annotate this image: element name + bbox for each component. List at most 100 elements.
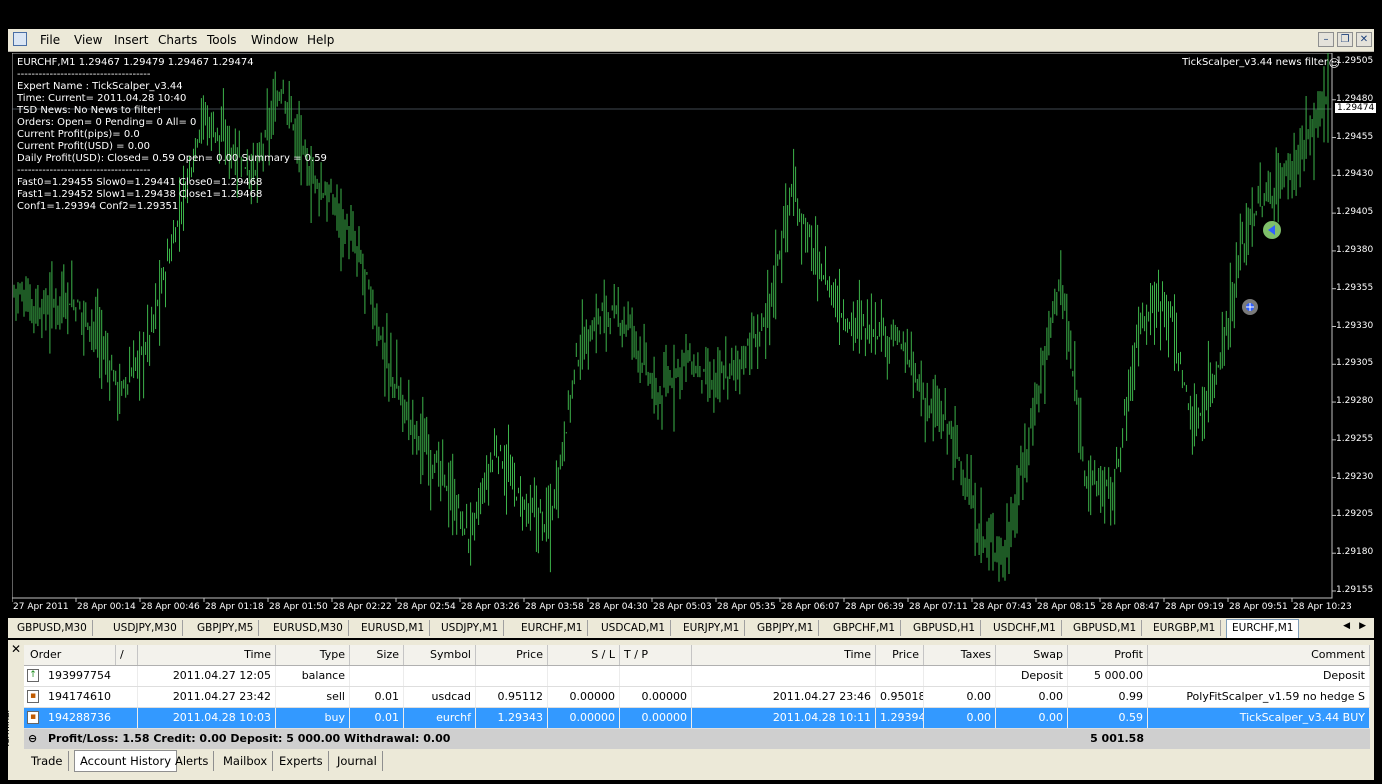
chart-tab[interactable]: EURUSD,M1: [356, 620, 431, 636]
expert-info-line: Orders: Open= 0 Pending= 0 All= 0: [17, 117, 197, 128]
restore-button[interactable]: ❐: [1337, 32, 1353, 47]
chart-tab[interactable]: USDJPY,M30: [108, 620, 183, 636]
table-row[interactable]: ↑ 193997754 2011.04.27 12:05 balance Deposit…: [24, 666, 1370, 687]
chart-tab[interactable]: GBPJPY,M5: [192, 620, 260, 636]
table-cell-close-time: [692, 666, 876, 686]
chart-tab[interactable]: EURGBP,M1: [1148, 620, 1222, 636]
terminal-tab-account-history[interactable]: Account History: [74, 750, 178, 772]
time-axis-label: 28 Apr 06:07: [781, 602, 840, 612]
column-header[interactable]: Time: [138, 645, 276, 665]
column-header[interactable]: Taxes: [924, 645, 996, 665]
column-header[interactable]: Order: [24, 645, 116, 665]
time-axis-label: 28 Apr 01:50: [269, 602, 328, 612]
price-axis-label: 1.29255: [1336, 433, 1374, 444]
expert-info-line: Current Profit(USD) = 0.00: [17, 141, 150, 152]
chart-tab[interactable]: GBPUSD,H1: [908, 620, 982, 636]
terminal-panel: ✕ Terminal Order / Time Type Size Symbol Price…: [2, 640, 1374, 780]
table-cell-size: 0.01: [350, 687, 404, 707]
table-cell-time: 2011.04.28 10:03: [138, 708, 276, 728]
price-axis-label: 1.29430: [1336, 169, 1374, 180]
table-cell-size: 0.01: [350, 708, 404, 728]
price-axis-label: 1.29230: [1336, 471, 1374, 482]
table-cell-close-price: 0.95018: [876, 687, 924, 707]
expert-info-line: Time: Current= 2011.04.28 10:40: [17, 93, 187, 104]
menu-file[interactable]: File: [36, 29, 64, 51]
time-axis-label: 28 Apr 09:19: [1165, 602, 1224, 612]
chart-tab[interactable]: EURCHF,M1: [516, 620, 589, 636]
terminal-tab-experts[interactable]: Experts: [274, 751, 329, 771]
terminal-tab-journal[interactable]: Journal: [332, 751, 383, 771]
price-axis-label: 1.29180: [1336, 547, 1374, 558]
menu-bar: File View Insert Charts Tools Window Hel…: [8, 29, 1374, 52]
column-header[interactable]: Size: [350, 645, 404, 665]
chart-tab[interactable]: EURCHF,M1: [1226, 619, 1300, 638]
menu-view[interactable]: View: [70, 29, 106, 51]
chart-canvas: [12, 53, 1336, 602]
table-cell-tp: 0.00000: [620, 687, 692, 707]
chart-tab[interactable]: GBPUSD,M1: [1068, 620, 1143, 636]
menu-insert[interactable]: Insert: [110, 29, 152, 51]
minimize-button[interactable]: –: [1318, 32, 1334, 47]
chart-tab[interactable]: GBPJPY,M1: [752, 620, 820, 636]
table-cell-price: 0.95112: [476, 687, 548, 707]
menu-charts[interactable]: Charts: [154, 29, 201, 51]
expert-info-line: -------------------------------------: [17, 165, 151, 176]
menu-window[interactable]: Window: [247, 29, 302, 51]
column-header[interactable]: Comment: [1148, 645, 1370, 665]
chart-tab[interactable]: GBPUSD,M30: [12, 620, 93, 636]
price-axis-label: 1.29205: [1336, 509, 1374, 520]
column-header[interactable]: Type: [276, 645, 350, 665]
chart-tab[interactable]: USDCHF,M1: [988, 620, 1062, 636]
table-cell-order: 194174610: [44, 687, 138, 707]
table-row[interactable]: ▪ 194174610 2011.04.27 23:42 sell 0.01 usdcad…: [24, 687, 1370, 708]
column-header[interactable]: Price: [876, 645, 924, 665]
time-axis-label: 28 Apr 05:03: [653, 602, 712, 612]
chart-tab[interactable]: USDJPY,M1: [436, 620, 505, 636]
price-chart[interactable]: EURCHF,M1 1.29467 1.29479 1.29467 1.2947…: [12, 53, 1378, 616]
terminal-tab-alerts[interactable]: Alerts: [170, 751, 215, 771]
chart-frame: [12, 53, 1333, 599]
price-axis-label: 1.29505: [1336, 56, 1374, 66]
summary-text: Profit/Loss: 1.58 Credit: 0.00 Deposit: …: [48, 732, 451, 745]
terminal-tab-trade[interactable]: Trade: [26, 751, 69, 771]
column-header[interactable]: Price: [476, 645, 548, 665]
tab-scroll-right-icon[interactable]: ▶: [1359, 621, 1366, 631]
time-axis-label: 28 Apr 09:51: [1229, 602, 1288, 612]
tab-scroll-left-icon[interactable]: ◀: [1343, 621, 1350, 631]
table-cell-type: sell: [276, 687, 350, 707]
table-cell-profit: 0.99: [1068, 687, 1148, 707]
column-header[interactable]: Time: [692, 645, 876, 665]
column-header[interactable]: T / P: [620, 645, 692, 665]
time-axis-label: 28 Apr 10:23: [1293, 602, 1352, 612]
terminal-tab-mailbox[interactable]: Mailbox: [218, 751, 274, 771]
menu-help[interactable]: Help: [303, 29, 338, 51]
expert-info-line: TSD News: No News to filter!: [17, 105, 162, 116]
expert-info-line: -------------------------------------: [17, 69, 151, 80]
chart-tab[interactable]: EURJPY,M1: [678, 620, 746, 636]
column-header[interactable]: Profit: [1068, 645, 1148, 665]
time-axis-label: 28 Apr 02:54: [397, 602, 456, 612]
column-header[interactable]: S / L: [548, 645, 620, 665]
chart-tab[interactable]: USDCAD,M1: [596, 620, 672, 636]
close-button[interactable]: ✕: [1356, 32, 1372, 47]
column-header[interactable]: Symbol: [404, 645, 476, 665]
table-row[interactable]: ▪ 194288736 2011.04.28 10:03 buy 0.01 eurchf 1…: [24, 708, 1370, 729]
time-axis-label: 28 Apr 00:14: [77, 602, 136, 612]
table-cell-swap: 0.00: [996, 687, 1068, 707]
trade-arrow-close-icon: [1263, 221, 1281, 239]
expert-info-line: Fast1=1.29452 Slow1=1.29438 Close1=1.294…: [17, 189, 263, 200]
table-cell-sl: 0.00000: [548, 708, 620, 728]
terminal-close-button[interactable]: ✕: [11, 642, 21, 656]
table-cell-comment: PolyFitScalper_v1.59 no hedge S: [1148, 687, 1370, 707]
table-cell-comment: TickScalper_v3.44 BUY: [1148, 708, 1370, 728]
trade-arrow-open-icon: [1242, 299, 1258, 315]
table-cell-symbol: eurchf: [404, 708, 476, 728]
chart-tab[interactable]: EURUSD,M30: [268, 620, 349, 636]
column-header[interactable]: /: [116, 645, 138, 665]
menu-tools[interactable]: Tools: [203, 29, 241, 51]
time-axis-label: 28 Apr 07:11: [909, 602, 968, 612]
app-icon: [13, 32, 27, 46]
column-header[interactable]: Swap: [996, 645, 1068, 665]
table-cell-time: 2011.04.27 12:05: [138, 666, 276, 686]
chart-tab[interactable]: GBPCHF,M1: [828, 620, 902, 636]
